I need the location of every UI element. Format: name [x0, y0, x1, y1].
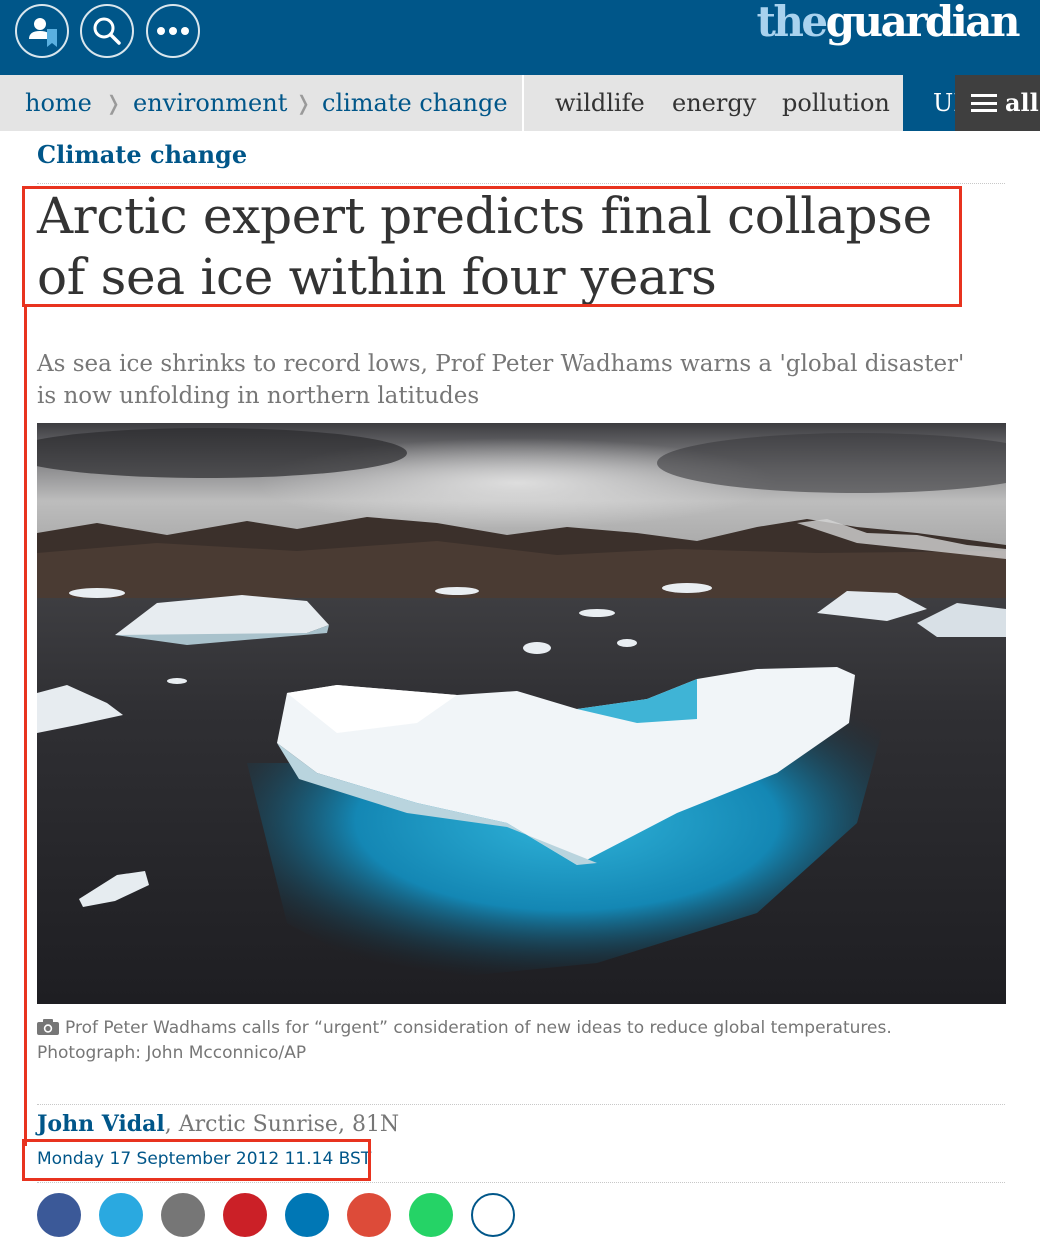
author-link[interactable]: John Vidal — [37, 1111, 165, 1137]
standfirst: As sea ice shrinks to record lows, Prof … — [37, 351, 965, 409]
highlight-box-date — [22, 1139, 371, 1181]
highlight-box-headline — [22, 186, 962, 307]
search-icon — [93, 17, 121, 45]
byline: John Vidal, Arctic Sunrise, 81N — [37, 1111, 399, 1137]
nav-link-pollution[interactable]: pollution — [782, 75, 890, 131]
top-bar: theguardian — [0, 0, 1040, 75]
breadcrumb-climate-change[interactable]: climate change — [322, 75, 508, 131]
highlight-connector-line — [24, 306, 27, 1146]
menu-icon — [971, 94, 997, 112]
more-dots-icon — [157, 27, 189, 35]
profile-bookmark-icon — [29, 18, 57, 47]
camera-icon — [37, 1019, 59, 1035]
nav-divider — [522, 75, 524, 131]
breadcrumb-environment[interactable]: environment — [133, 75, 287, 131]
nav-link-energy[interactable]: energy — [672, 75, 756, 131]
divider — [37, 1104, 1005, 1105]
search-button[interactable] — [80, 4, 134, 58]
breadcrumb-separator: ❭ — [295, 91, 312, 115]
byline-location: , Arctic Sunrise, 81N — [164, 1112, 400, 1137]
section-label[interactable]: Climate change — [37, 140, 247, 169]
photo-caption: Prof Peter Wadhams calls for “urgent” co… — [37, 1018, 892, 1063]
breadcrumb-separator: ❭ — [105, 91, 122, 115]
profile-button[interactable] — [15, 4, 69, 58]
all-sections-button[interactable]: all — [955, 75, 1040, 131]
divider — [37, 1182, 1005, 1183]
breadcrumb-home[interactable]: home — [25, 75, 92, 131]
more-button[interactable] — [146, 4, 200, 58]
divider — [37, 183, 1005, 184]
guardian-logo[interactable]: theguardian — [757, 0, 1021, 48]
article-photo[interactable] — [37, 423, 1006, 1004]
nav-link-wildlife[interactable]: wildlife — [555, 75, 645, 131]
nav-bar: home ❭ environment ❭ climate change wild… — [0, 75, 1040, 131]
